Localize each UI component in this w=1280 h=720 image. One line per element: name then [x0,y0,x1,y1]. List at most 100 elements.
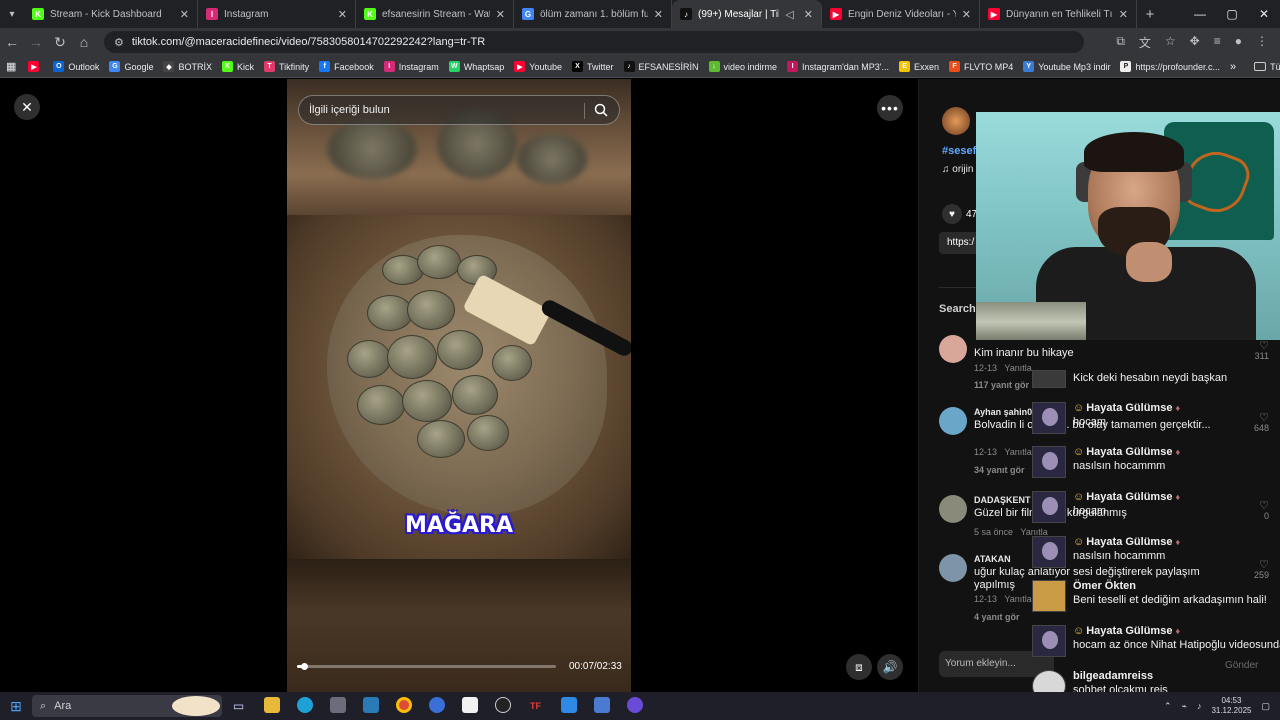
windows-start-icon[interactable]: ⊞ [0,698,32,715]
bookmark-item[interactable]: K Kick [221,61,254,72]
browser-tab[interactable]: I Instagram ✕ [198,0,356,28]
more-options-button[interactable]: ••• [877,95,903,121]
close-tab-icon[interactable]: ✕ [496,8,505,21]
new-tab-button[interactable]: + [1137,6,1163,23]
taskbar-search[interactable]: ⌕ Ara [32,695,222,717]
floating-player-icon[interactable]: ⧈ [846,654,872,680]
maximize-button[interactable]: ▢ [1216,7,1248,21]
home-icon[interactable]: ⌂ [72,34,96,50]
bookmark-item[interactable]: E Exxen [899,61,939,72]
music-link[interactable]: ♫ orijin [942,164,973,175]
search-icon[interactable] [593,102,609,118]
video-player[interactable]: MAĞARA [287,79,631,692]
file-explorer-icon[interactable] [255,696,288,716]
video-progress-bar[interactable] [297,663,556,670]
author-avatar[interactable] [942,107,970,135]
bookmark-item[interactable]: f Facebook [319,61,374,72]
more-bookmarks-button[interactable]: » [1230,61,1236,73]
reply-link[interactable]: Yanıtla [1004,447,1031,457]
like-action[interactable]: ♥ 47 [942,204,977,224]
commenter-avatar[interactable] [939,407,967,435]
reply-link[interactable]: Yanıtla [1004,363,1031,373]
bookmark-item[interactable]: ▶ Youtube [514,61,562,72]
bookmark-item[interactable]: ♪ EFSANESİRİN [623,61,699,72]
view-replies-link[interactable]: 4 yanıt gör [974,612,1020,622]
bookmark-item[interactable]: Phttps://profounder.c... [1120,61,1220,72]
app-icon[interactable] [618,696,651,716]
browser-tab[interactable]: ▶ Engin Deniz Videoları - YouTube ✕ [822,0,980,28]
translate-icon[interactable]: 文 [1139,34,1151,51]
related-search-input[interactable]: İlgili içeriği bulun [298,95,620,125]
menu-icon[interactable]: ⋮ [1256,34,1268,51]
commenter-name[interactable]: Ayhan şahin0 [974,407,1032,417]
browser-icon[interactable] [420,696,453,716]
close-tab-icon[interactable]: ✕ [962,8,971,21]
close-tab-icon[interactable]: ✕ [180,8,189,21]
close-tab-icon[interactable]: ✕ [804,8,813,21]
browser-tab[interactable]: K Stream - Kick Dashboard ✕ [24,0,198,28]
app-icon[interactable] [585,696,618,716]
forward-icon[interactable]: → [24,34,48,50]
hashtag-link[interactable]: #sesef [942,145,976,157]
task-view-icon[interactable]: ▭ [222,699,255,713]
profile-icon[interactable]: ● [1235,34,1242,51]
video-progress-handle[interactable] [300,663,308,670]
browser-tab[interactable]: Kefsanesirin Stream - Watch Live ✕ [356,0,514,28]
reload-icon[interactable]: ↻ [48,34,72,51]
close-window-button[interactable]: ✕ [1248,7,1280,21]
heart-icon[interactable]: ♥ [942,204,962,224]
notifications-icon[interactable]: ▢ [1261,701,1270,712]
bookmark-item[interactable]: T Tikfinity [264,61,309,72]
bookmark-item[interactable]: Y Youtube Mp3 indir [1023,61,1110,72]
tray-chevron-icon[interactable]: ⌃ [1164,701,1172,712]
chrome-icon[interactable] [387,696,420,716]
commenter-name[interactable]: ATAKAN [974,554,1011,564]
media-icon[interactable]: ≡ [1214,34,1221,51]
bookmark-item[interactable]: I Instagram'dan MP3'... [787,61,889,72]
commenter-name[interactable]: DADAŞKENT [974,495,1031,505]
close-tab-icon[interactable]: ✕ [1119,8,1128,21]
browser-tab[interactable]: Gölüm zamanı 1. bölüm full izle ✕ [514,0,672,28]
site-info-icon[interactable]: ⚙ [114,36,124,49]
browser-tab[interactable]: ▶ Dünyanın en Tehlikeli Tırmanış ✕ [980,0,1137,28]
bookmark-item[interactable]: I Instagram [383,61,439,72]
bookmark-item[interactable]: X Twitter [571,61,614,72]
extensions-icon[interactable]: ✥ [1190,34,1200,51]
url-bar[interactable]: ⚙ tiktok.com/@maceracidefineci/video/758… [104,31,1084,53]
close-tab-icon[interactable]: ✕ [338,8,347,21]
volume-icon[interactable]: 🔊 [877,654,903,680]
mute-icon[interactable]: ◁ [785,8,793,21]
obs-icon[interactable] [486,696,519,716]
send-comment-button[interactable]: Gönder [1225,660,1258,671]
volume-tray-icon[interactable]: ♪ [1197,701,1202,711]
apps-icon[interactable]: ▦ [6,60,16,73]
bookmark-item[interactable]: O Outlook [53,61,99,72]
app-icon[interactable] [321,696,354,716]
minimize-button[interactable]: — [1184,7,1216,21]
reply-link[interactable]: Yanıtla [1004,594,1031,604]
close-video-button[interactable]: ✕ [14,94,40,120]
bookmark-item[interactable]: F FLVTO MP4 [949,61,1013,72]
tab-search-icon[interactable]: ▾ [0,0,24,28]
bookmark-item[interactable]: G Google [109,61,153,72]
notepad-icon[interactable] [453,696,486,716]
back-icon[interactable]: ← [0,34,24,50]
install-icon[interactable]: ⧉ [1116,34,1125,51]
network-icon[interactable]: ⌁ [1182,701,1187,712]
tikfinity-icon[interactable]: TF [519,698,552,714]
all-bookmarks[interactable]: Tüm Yer İşaretleri [1254,62,1280,72]
commenter-avatar[interactable] [939,554,967,582]
bookmark-item[interactable]: ↓ video indirme [708,61,777,72]
bookmark-item[interactable]: W Whaptsap [448,61,504,72]
clock[interactable]: 04:53 31.12.2025 [1211,696,1251,716]
bookmark-star-icon[interactable]: ☆ [1165,34,1176,51]
bookmark-item[interactable]: ▶ [28,61,43,72]
app-icon[interactable] [552,696,585,716]
bookmark-item[interactable]: ◆ BOTRİX [163,61,212,72]
edge-icon[interactable] [288,696,321,716]
close-tab-icon[interactable]: ✕ [654,8,663,21]
commenter-avatar[interactable] [939,495,967,523]
browser-tab[interactable]: ♪ (99+) Mesajlar | TikTok ◁ ✕ [672,0,822,28]
view-replies-link[interactable]: 34 yanıt gör [974,465,1025,475]
view-replies-link[interactable]: 117 yanıt gör [974,380,1029,390]
